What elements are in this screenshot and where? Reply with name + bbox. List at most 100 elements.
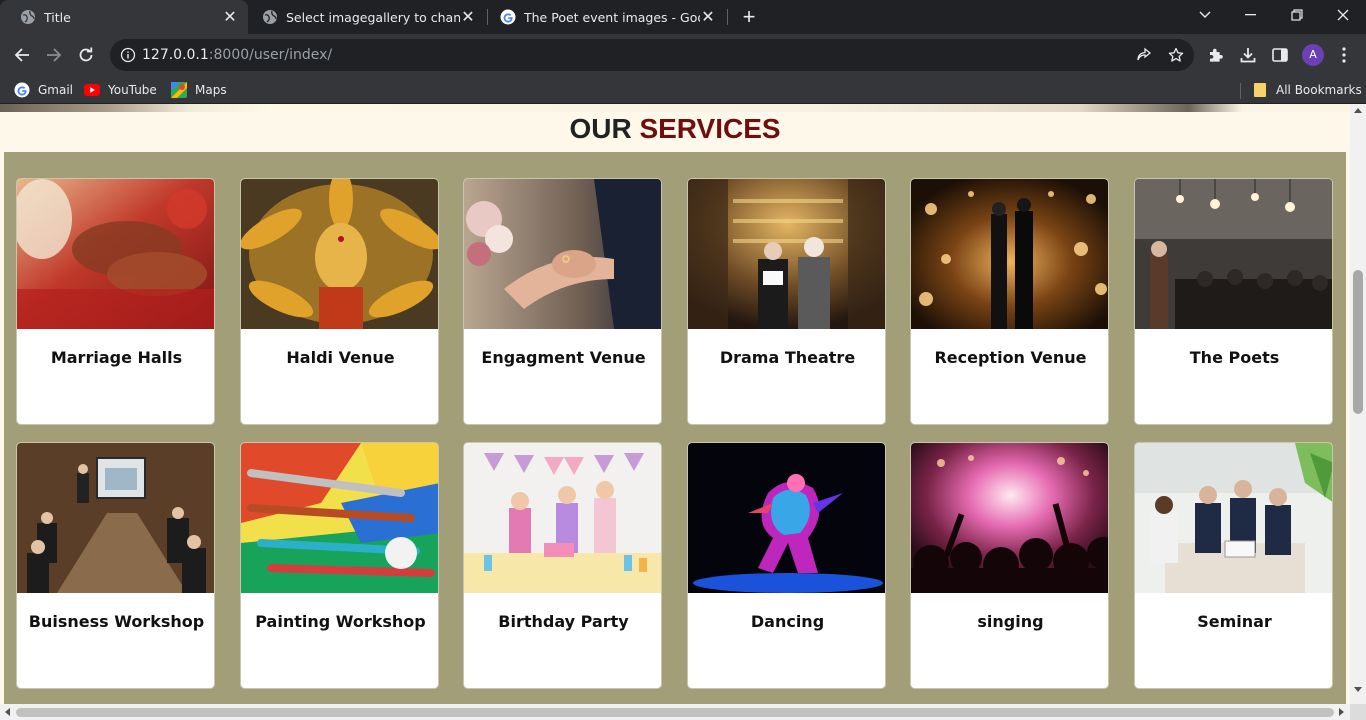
services-heading: OUR SERVICES <box>0 110 1350 154</box>
service-title: Marriage Halls <box>50 348 183 367</box>
services-grid: Marriage Halls Haldi Venue Engagment Ven… <box>4 152 1346 704</box>
couple-reception-hall-image <box>911 179 1108 329</box>
info-icon[interactable] <box>120 47 136 63</box>
paint-brushes-image <box>241 443 438 593</box>
service-title: Seminar <box>1197 612 1272 631</box>
globe-icon <box>20 9 36 25</box>
youtube-icon <box>84 82 100 98</box>
scroll-thumb[interactable] <box>1353 270 1363 414</box>
concert-crowd-image <box>911 443 1108 593</box>
service-card[interactable]: The Poets <box>1134 178 1333 425</box>
tab-label: Select imagegallery to change | D <box>286 9 460 25</box>
forward-button[interactable] <box>40 41 68 69</box>
minimize-icon <box>1245 14 1256 16</box>
browser-toolbar: 127.0.0.1:8000/user/index/ A <box>0 34 1366 76</box>
service-card[interactable]: Birthday Party <box>463 442 662 689</box>
haldi-ceremony-image <box>241 179 438 329</box>
scroll-left-icon[interactable] <box>5 708 10 716</box>
restore-button[interactable] <box>1274 0 1320 30</box>
bookmark-label: YouTube <box>108 83 157 97</box>
close-icon <box>1337 9 1349 21</box>
address-bar[interactable]: 127.0.0.1:8000/user/index/ <box>110 39 1194 71</box>
service-title: The Poets <box>1189 348 1280 367</box>
service-title: Dancing <box>750 612 825 631</box>
tab-strip: Title ✕ Select imagegallery to change | … <box>0 0 1366 34</box>
neon-dancer-image <box>688 443 885 593</box>
ring-exchange-image <box>464 179 661 329</box>
service-title: Haldi Venue <box>286 348 395 367</box>
new-tab-button[interactable]: + <box>736 4 762 30</box>
service-card[interactable]: singing <box>910 442 1109 689</box>
scroll-right-icon[interactable] <box>1339 708 1344 716</box>
scroll-up-icon[interactable] <box>1354 108 1362 113</box>
maps-icon <box>171 82 187 98</box>
scroll-down-icon[interactable] <box>1354 687 1362 692</box>
close-icon[interactable]: ✕ <box>460 7 476 27</box>
bookmark-label: Gmail <box>38 83 74 97</box>
vertical-scrollbar[interactable] <box>1350 104 1366 704</box>
service-title: Reception Venue <box>934 348 1087 367</box>
poetry-lounge-image <box>1135 179 1332 329</box>
bookmarks-bar: Gmail YouTube Maps All Bookmarks <box>0 76 1366 104</box>
kebab-menu-icon[interactable] <box>1332 43 1356 67</box>
tab-imagegallery[interactable]: Select imagegallery to change | D ✕ <box>242 0 486 34</box>
bookmark-gmail[interactable]: Gmail <box>14 81 73 99</box>
restore-icon <box>1291 9 1303 21</box>
google-icon <box>500 9 516 25</box>
horizontal-scrollbar[interactable] <box>0 704 1350 720</box>
share-icon[interactable] <box>1136 47 1152 63</box>
service-card[interactable]: Drama Theatre <box>687 178 886 425</box>
service-title: Birthday Party <box>498 612 629 631</box>
service-title: Drama Theatre <box>719 348 856 367</box>
profile-avatar[interactable]: A <box>1302 44 1324 66</box>
all-bookmarks-button[interactable]: All Bookmarks <box>1252 81 1362 99</box>
tab-search-button[interactable] <box>1182 0 1228 30</box>
minimize-button[interactable] <box>1228 0 1274 30</box>
tab-label: Title <box>44 9 71 25</box>
service-card[interactable]: Seminar <box>1134 442 1333 689</box>
service-card[interactable]: Dancing <box>687 442 886 689</box>
folder-icon <box>1252 82 1268 98</box>
reload-button[interactable] <box>72 41 100 69</box>
boardroom-meeting-image <box>17 443 214 593</box>
address-path: :8000/user/index/ <box>208 47 333 63</box>
address-text: 127.0.0.1:8000/user/index/ <box>142 47 332 63</box>
side-panel-icon[interactable] <box>1268 43 1292 67</box>
address-host: 127.0.0.1 <box>142 47 209 63</box>
google-icon <box>14 82 30 98</box>
bookmark-label: Maps <box>195 83 227 97</box>
download-icon[interactable] <box>1236 43 1260 67</box>
service-card[interactable]: Marriage Halls <box>16 178 215 425</box>
bookmarks-divider <box>1240 83 1241 99</box>
service-card[interactable]: Painting Workshop <box>240 442 439 689</box>
theatre-actors-image <box>688 179 885 329</box>
bookmark-maps[interactable]: Maps <box>171 81 227 99</box>
tab-title[interactable]: Title ✕ <box>0 0 248 34</box>
tab-divider <box>727 9 728 25</box>
service-card[interactable]: Reception Venue <box>910 178 1109 425</box>
tab-google-images[interactable]: The Poet event images - Google ✕ <box>480 0 726 34</box>
heading-prefix: OUR <box>569 113 632 144</box>
tab-label: The Poet event images - Google <box>524 9 700 25</box>
back-button[interactable] <box>8 41 36 69</box>
close-window-button[interactable] <box>1320 0 1366 30</box>
chevron-down-icon <box>1199 11 1211 18</box>
close-icon[interactable]: ✕ <box>222 7 238 27</box>
service-title: Buisness Workshop <box>28 612 205 631</box>
arrow-right-icon <box>47 48 62 62</box>
kids-birthday-image <box>464 443 661 593</box>
service-card[interactable]: Haldi Venue <box>240 178 439 425</box>
scroll-thumb[interactable] <box>16 708 1334 717</box>
service-card[interactable]: Buisness Workshop <box>16 442 215 689</box>
wedding-hands-henna-image <box>17 179 214 329</box>
reload-icon <box>79 47 93 62</box>
scrollbar-corner <box>1350 704 1366 720</box>
close-icon[interactable]: ✕ <box>700 7 716 27</box>
service-title: Painting Workshop <box>255 612 426 631</box>
service-card[interactable]: Engagment Venue <box>463 178 662 425</box>
bookmark-youtube[interactable]: YouTube <box>84 81 157 99</box>
extensions-icon[interactable] <box>1204 43 1228 67</box>
bookmark-star-icon[interactable] <box>1168 47 1184 63</box>
bookmark-label: All Bookmarks <box>1276 83 1362 97</box>
arrow-left-icon <box>14 48 29 62</box>
